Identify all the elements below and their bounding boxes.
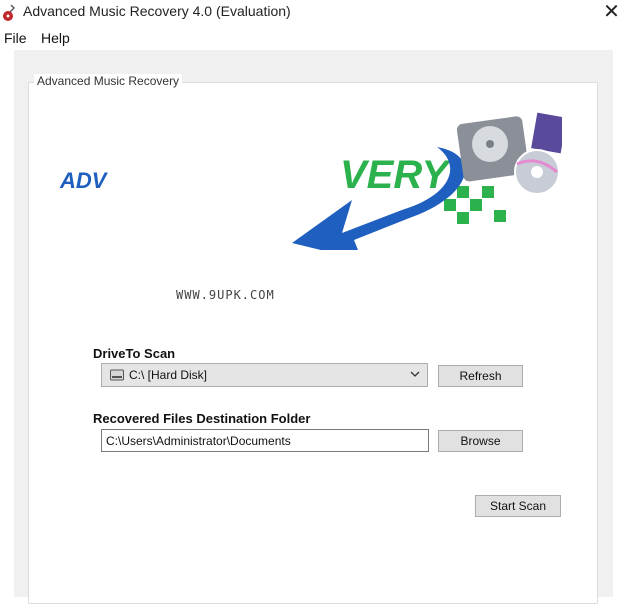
close-icon[interactable]: ✕ [596,0,627,26]
destination-field[interactable]: C:\Users\Administrator\Documents [101,429,429,452]
drive-label: DriveTo Scan [93,346,176,361]
window-title: Advanced Music Recovery 4.0 (Evaluation) [23,3,291,19]
destination-value: C:\Users\Administrator\Documents [106,434,291,448]
banner-text-right: VERY [340,153,452,197]
start-scan-button[interactable]: Start Scan [475,495,561,517]
drive-icon [110,369,124,381]
menu-file[interactable]: File [4,30,27,46]
purple-box-icon [531,112,562,154]
drive-select-value: C:\ [Hard Disk] [129,368,208,382]
destination-label: Recovered Files Destination Folder [93,411,311,426]
guitar-app-icon [3,4,15,21]
drive-select[interactable]: C:\ [Hard Disk] [101,363,428,387]
menu-bar: File Help [0,27,627,49]
recovery-banner: ADV VERY [59,112,562,250]
menu-help[interactable]: Help [41,30,70,46]
browse-button[interactable]: Browse [438,430,523,452]
watermark-text: WWW.9UPK.COM [176,288,275,302]
cd-icon [514,149,560,195]
refresh-button[interactable]: Refresh [438,365,523,387]
title-bar: Advanced Music Recovery 4.0 (Evaluation)… [0,0,627,26]
chevron-down-icon [410,371,420,377]
banner-text-left: ADV [59,168,109,193]
